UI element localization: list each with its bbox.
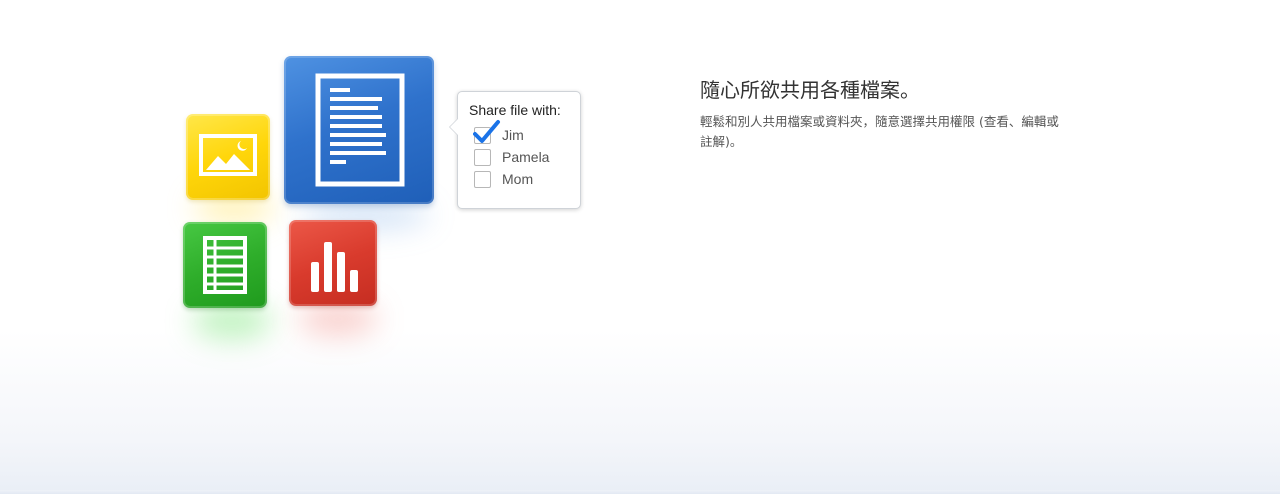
bar-chart-icon — [311, 242, 358, 292]
share-option-label: Pamela — [502, 149, 550, 165]
jim-checkbox[interactable] — [473, 119, 500, 144]
share-popup: Share file with: Jim Pamela Mom — [449, 91, 581, 209]
share-option-jim[interactable]: Jim — [469, 119, 570, 146]
share-option-mom[interactable]: Mom — [469, 168, 570, 190]
share-option-label: Jim — [502, 127, 524, 143]
chart-cube — [289, 220, 377, 306]
feature-headline: 隨心所欲共用各種檔案。 — [700, 78, 920, 102]
checkmark-icon — [473, 119, 500, 143]
feature-description: 輕鬆和別人共用檔案或資料夾，隨意選擇共用權限 (查看、編輯或註解)。 — [700, 114, 1059, 149]
document-icon — [315, 73, 405, 187]
image-cube — [186, 114, 270, 200]
spreadsheet-icon — [203, 236, 247, 294]
image-icon — [199, 134, 257, 176]
share-popup-title: Share file with: — [469, 102, 561, 118]
mom-checkbox[interactable] — [474, 170, 491, 188]
share-option-label: Mom — [502, 171, 534, 187]
pamela-checkbox[interactable] — [474, 148, 491, 166]
red-glow — [298, 302, 378, 336]
bottom-divider — [0, 490, 1280, 494]
spreadsheet-cube — [183, 222, 267, 308]
share-illustration: Share file with: Jim Pamela Mom — [170, 40, 600, 360]
document-cube — [284, 56, 434, 204]
share-option-pamela[interactable]: Pamela — [469, 146, 570, 168]
